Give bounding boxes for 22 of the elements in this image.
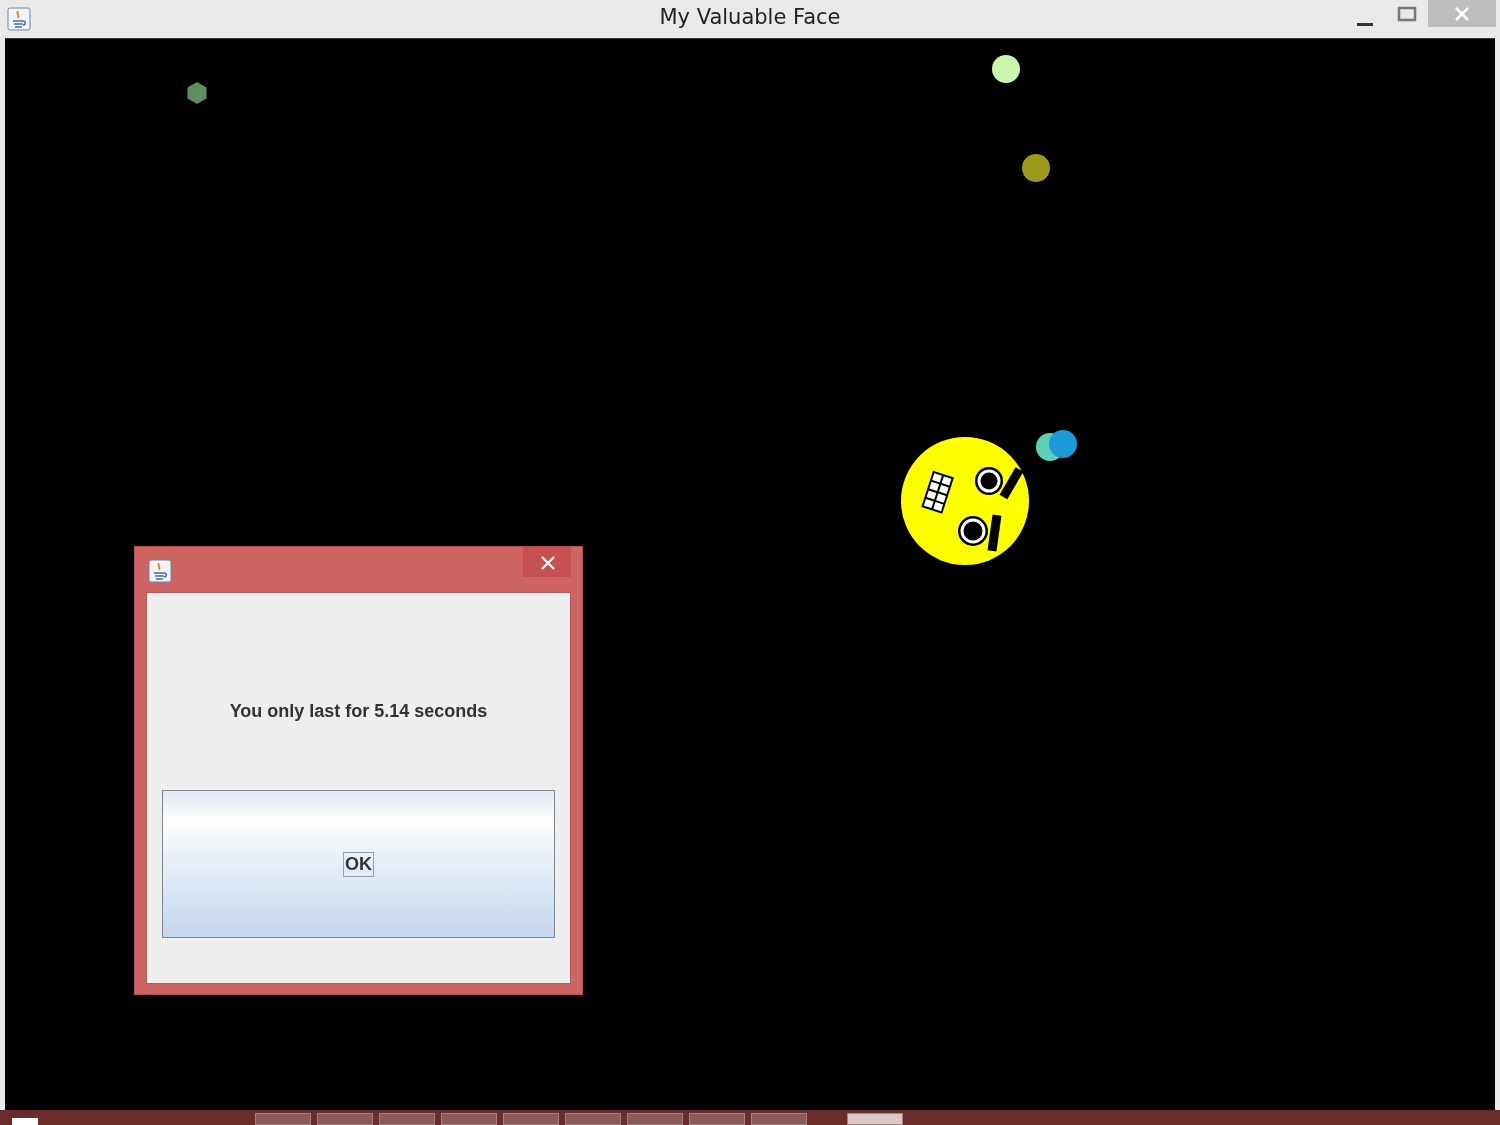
dialog-icon — [148, 558, 172, 583]
taskbar-button[interactable] — [565, 1113, 621, 1125]
taskbar-button[interactable] — [847, 1113, 903, 1125]
app-icon — [7, 7, 31, 31]
taskbar-button[interactable] — [627, 1113, 683, 1125]
taskbar-button[interactable] — [689, 1113, 745, 1125]
close-button[interactable] — [1428, 0, 1496, 27]
minimize-icon — [1357, 22, 1373, 26]
taskbar-button[interactable] — [379, 1113, 435, 1125]
maximize-icon — [1397, 5, 1417, 23]
taskbar-button[interactable] — [441, 1113, 497, 1125]
taskbar-button[interactable] — [751, 1113, 807, 1125]
dialog-message: You only last for 5.14 seconds — [228, 701, 489, 722]
close-button[interactable] — [523, 547, 571, 577]
close-icon — [1453, 4, 1471, 23]
close-icon — [540, 555, 556, 571]
window-title: My Valuable Face — [659, 5, 841, 29]
taskbar-button[interactable] — [255, 1113, 311, 1125]
taskbar-button[interactable] — [503, 1113, 559, 1125]
ok-button[interactable]: OK — [162, 790, 555, 938]
taskbar-button[interactable] — [317, 1113, 373, 1125]
start-icon[interactable] — [12, 1118, 38, 1125]
